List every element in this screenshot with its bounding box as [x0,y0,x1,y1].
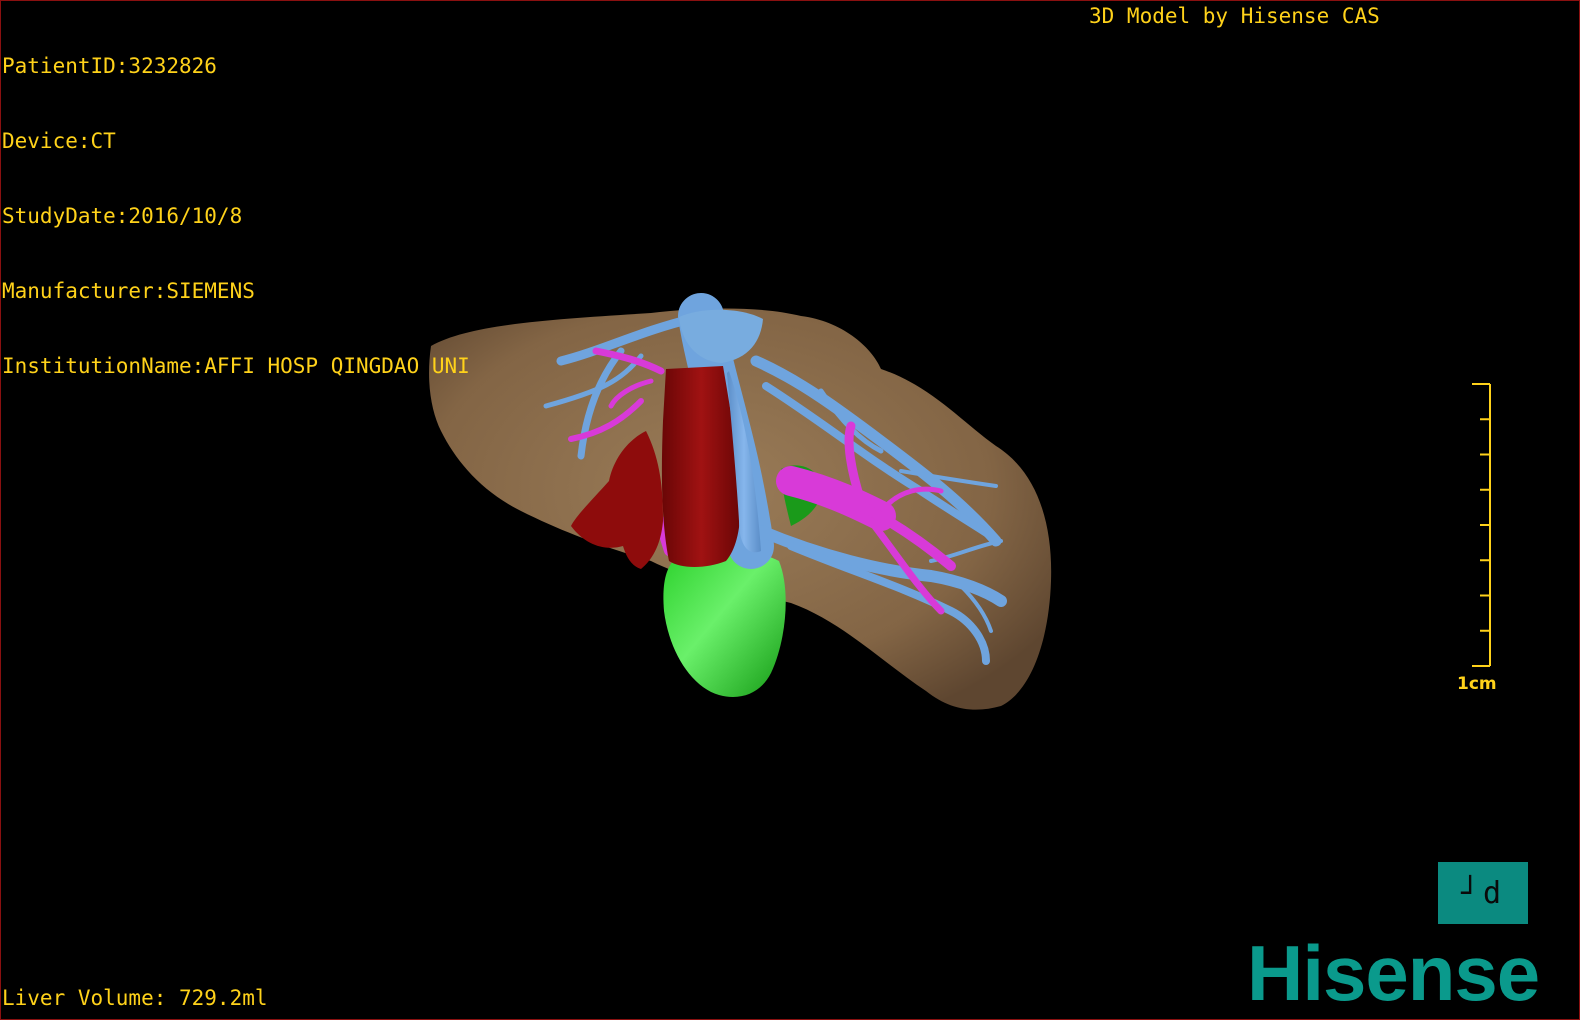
institution-name: InstitutionName:AFFI HOSP QINGDAO UNI [2,354,470,378]
manufacturer: Manufacturer:SIEMENS [2,279,255,303]
scale-bar [1472,383,1491,667]
gallbladder-icon [663,549,786,697]
model-credit: 3D Model by Hisense CAS [1089,4,1380,28]
scale-label: 1cm [1457,674,1497,694]
orientation-cube-label: ┘d [1460,875,1506,911]
hisense-logo: Hisense [1247,929,1540,1017]
patient-id: PatientID:3232826 [2,54,217,78]
3d-viewport[interactable]: PatientID:3232826 Device:CT StudyDate:20… [0,0,1580,1020]
liver-volume: Liver Volume: 729.2ml [2,986,268,1010]
patient-info-overlay: PatientID:3232826 Device:CT StudyDate:20… [2,4,470,429]
device: Device:CT [2,129,116,153]
study-date: StudyDate:2016/10/8 [2,204,243,228]
orientation-cube[interactable]: ┘d [1438,862,1528,924]
